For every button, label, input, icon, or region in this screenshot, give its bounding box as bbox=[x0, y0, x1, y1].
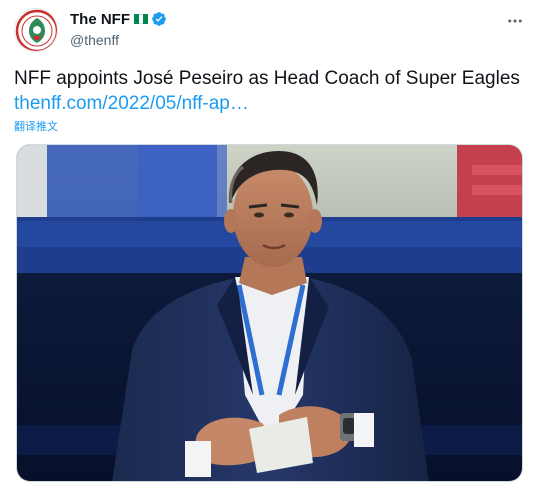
display-name[interactable]: The NFF bbox=[70, 11, 130, 28]
tweet-text: NFF appoints José Peseiro as Head Coach … bbox=[14, 66, 530, 116]
more-options-button[interactable] bbox=[504, 10, 526, 32]
tweet-body: NFF appoints José Peseiro as Head Coach … bbox=[14, 68, 520, 89]
account-handle[interactable]: @thenff bbox=[70, 32, 167, 48]
tweet-header: The NFF @thenff bbox=[14, 8, 530, 52]
translate-tweet-link[interactable]: 翻译推文 bbox=[14, 118, 58, 134]
verified-badge-icon bbox=[152, 12, 166, 26]
nff-crest-icon bbox=[15, 9, 57, 51]
nigeria-flag-icon bbox=[134, 14, 149, 24]
account-names: The NFF @thenff bbox=[70, 9, 167, 48]
tweet-media-photo[interactable] bbox=[16, 144, 523, 482]
more-horizontal-icon bbox=[508, 19, 522, 23]
tweet-card[interactable]: The NFF @thenff NFF appoints José Peseir… bbox=[0, 0, 542, 487]
avatar[interactable] bbox=[14, 8, 58, 52]
man-in-navy-suit-photo bbox=[17, 145, 522, 481]
tweet-link[interactable]: thenff.com/2022/05/nff-ap… bbox=[14, 93, 249, 114]
